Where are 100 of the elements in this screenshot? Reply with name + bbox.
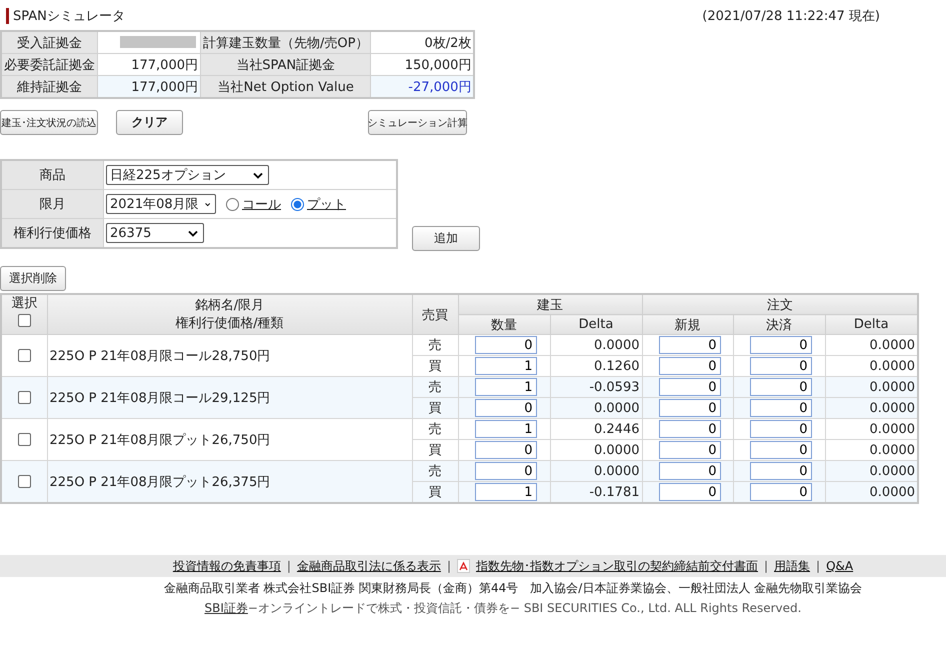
column-header: 数量 [458,314,550,334]
table-cell: 225O P 21年08月限プット26,375円 [47,460,412,503]
table-cell: 0.0000 [825,482,918,503]
quantity-field[interactable]: 0 [750,378,812,396]
quantity-field[interactable]: 0 [658,420,720,438]
radio-button[interactable] [226,198,239,211]
table-cell: 売 [412,376,458,398]
footer-link[interactable]: 金融商品取引法に係る表示 [296,558,441,574]
footer-link[interactable]: 用語集 [774,558,810,574]
radio-label[interactable]: コール [242,197,281,212]
column-header: 新規 [642,314,733,334]
table-cell: 0.0000 [825,376,918,398]
row-checkbox[interactable] [18,348,31,362]
quantity-field[interactable]: 0 [750,336,812,354]
column-header: 銘柄名/限月 [194,296,266,314]
radio-button[interactable] [291,198,304,211]
table-cell: 0.0000 [825,460,918,482]
copyright-text: −オンライントレードで株式・投資信託・債券を− SBI SECURITIES Co., Ltd. ALL Rights Reserved. [248,600,802,617]
quantity-field[interactable]: 0 [474,441,536,459]
table-cell: 225O P 21年08月限コール29,125円 [47,376,412,418]
brand-link[interactable]: SBI証券 [204,600,248,617]
quantity-field[interactable]: 0 [750,462,812,480]
quantity-field[interactable]: 0 [658,483,720,501]
summary-value: 177,000円 [98,54,200,76]
table-cell: 買 [412,398,458,418]
title-marker [6,8,9,24]
footer-link[interactable]: Q&A [826,559,854,573]
summary-label: 計算建玉数量（先物/売OP） [200,31,371,54]
summary-value: -27,000円 [370,76,474,98]
pdf-icon [456,559,470,573]
summary-label: 当社Net Option Value [200,76,371,98]
chevron-down-icon [188,230,198,236]
quantity-field[interactable]: 1 [474,378,536,396]
radio-label[interactable]: プット [307,197,346,212]
quantity-field[interactable]: 1 [474,357,536,375]
field-label: 権利行使価格 [1,218,104,248]
column-group-header: 建玉 [458,294,642,314]
column-header: Delta [825,314,918,334]
field-label: 限月 [1,190,104,218]
select-all-checkbox[interactable] [18,314,31,327]
quantity-field[interactable]: 0 [474,336,536,354]
page-title: SPANシミュレータ [13,8,125,25]
quantity-field[interactable]: 0 [750,441,812,459]
row-checkbox[interactable] [18,390,31,404]
quantity-field[interactable]: 0 [658,336,720,354]
product-select[interactable]: 日経225オプション [106,165,269,185]
column-header: 決済 [733,314,825,334]
column-header: 売買 [412,294,458,334]
summary-value: 150,000円 [370,54,474,76]
table-cell: 売 [412,334,458,356]
quantity-field[interactable]: 0 [750,483,812,501]
quantity-field[interactable]: 0 [750,420,812,438]
column-group-header: 注文 [642,294,918,314]
quantity-field[interactable]: 0 [750,399,812,417]
clear-button[interactable]: クリア [116,110,183,135]
add-button[interactable]: 追加 [412,226,480,251]
summary-value: 177,000円 [98,76,200,98]
separator: | [816,559,820,573]
column-header: Delta [550,314,642,334]
simulate-button[interactable]: シミュレーション計算 [368,110,467,135]
chevron-down-icon [253,172,263,178]
field-label: 商品 [1,160,104,190]
table-cell: -0.0593 [550,376,642,398]
table-cell: 0.0000 [550,398,642,418]
strike-select[interactable]: 26375 [106,223,204,243]
separator: | [446,559,451,573]
quantity-field[interactable]: 0 [658,399,720,417]
row-checkbox[interactable] [18,474,31,488]
column-header: 権利行使価格/種類 [174,314,285,332]
quantity-field[interactable]: 0 [658,462,720,480]
summary-label: 必要委託証拠金 [1,54,98,76]
separator: | [286,559,291,573]
summary-value: 0枚/2枚 [370,31,474,54]
quantity-field[interactable]: 1 [474,420,536,438]
timestamp: (2021/07/28 11:22:47 現在) [702,8,880,25]
quantity-field[interactable]: 0 [750,357,812,375]
table-cell: 0.0000 [550,460,642,482]
table-cell: 売 [412,460,458,482]
quantity-field[interactable]: 1 [474,483,536,501]
summary-label: 受入証拠金 [1,31,98,54]
quantity-field[interactable]: 0 [658,441,720,459]
table-cell: 0.2446 [550,418,642,440]
column-header: 選択 [10,295,38,313]
row-checkbox[interactable] [18,432,31,446]
quantity-field[interactable]: 0 [474,462,536,480]
month-select[interactable]: 2021年08月限 [106,194,216,214]
footer-link[interactable]: 指数先物･指数オプション取引の契約締結前交付書面 [476,558,758,574]
table-cell: 買 [412,482,458,503]
footer-link[interactable]: 投資情報の免責事項 [172,558,281,574]
table-cell: 0.0000 [550,334,642,356]
quantity-field[interactable]: 0 [658,378,720,396]
delete-selected-button[interactable]: 選択削除 [0,266,66,291]
load-button[interactable]: 建玉･注文状況の読込 [0,110,98,135]
quantity-field[interactable]: 0 [474,399,536,417]
quantity-field[interactable]: 0 [658,357,720,375]
registration-text: 金融商品取引業者 株式会社SBI証券 関東財務局長（金商）第44号 加入協会/日本証券業協会、一般社団法人 金融先物取引業協会 [162,580,864,597]
chevron-down-icon [204,200,210,208]
table-cell: -0.1781 [550,482,642,503]
summary-label: 維持証拠金 [1,76,98,98]
table-cell: 0.0000 [825,398,918,418]
